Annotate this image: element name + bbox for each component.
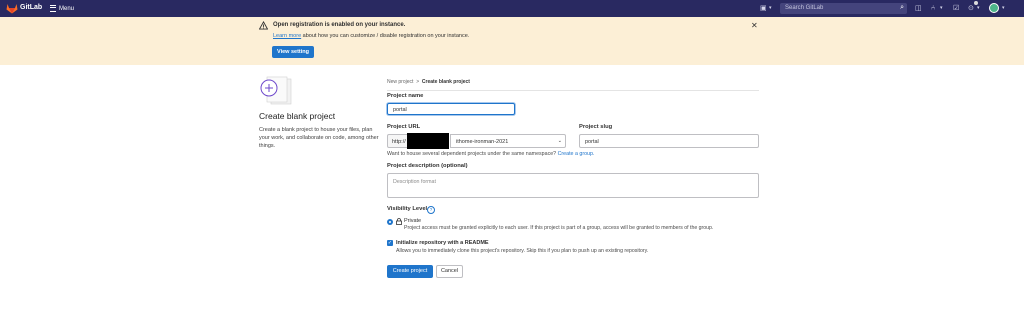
warning-icon <box>259 21 268 30</box>
breadcrumb-current: Create blank project <box>421 79 470 85</box>
visibility-private-description: Project access must be granted explicitl… <box>404 225 714 231</box>
breadcrumb-new-project[interactable]: New project <box>387 79 413 85</box>
project-name-value: portal <box>393 107 407 113</box>
visibility-private-title: Private <box>404 218 422 224</box>
question-circle-icon[interactable]: ? <box>427 206 435 214</box>
issues-icon[interactable]: ☑ <box>953 4 959 13</box>
page-description: Create a blank project to house your fil… <box>259 127 379 149</box>
create-group-link[interactable]: Create a group. <box>558 151 595 157</box>
namespace-select[interactable]: ithome-ironman-2021 ⌄ <box>450 134 566 148</box>
alert-body-text: about how you can customize / disable re… <box>301 33 470 39</box>
initialize-readme-checkbox[interactable]: ✓ <box>387 240 393 246</box>
divider <box>387 90 759 91</box>
project-slug-label: Project slug <box>579 124 613 130</box>
search-placeholder: Search GitLab <box>785 5 824 11</box>
lock-icon <box>396 218 402 225</box>
alert-body: Learn more about how you can customize /… <box>273 33 469 39</box>
close-icon[interactable]: ✕ <box>751 21 758 30</box>
redacted-block <box>407 133 449 149</box>
project-description-label: Project description (optional) <box>387 163 468 169</box>
chevron-down-icon: ▾ <box>769 5 772 11</box>
create-project-button[interactable]: Create project <box>387 265 433 278</box>
search-icon: ⌕ <box>900 4 904 11</box>
project-name-input[interactable]: portal <box>387 103 515 115</box>
initialize-readme-title: Initialize repository with a README <box>396 240 489 246</box>
chevron-down-icon: ⌄ <box>557 138 562 144</box>
brand-name[interactable]: GitLab <box>20 4 42 11</box>
initialize-readme-description: Allows you to immediately clone this pro… <box>396 248 649 254</box>
visibility-private-radio[interactable] <box>387 219 393 225</box>
visibility-level-label: Visibility Level <box>387 206 428 212</box>
hint-text: Want to house several dependent projects… <box>387 151 558 157</box>
namespace-value: ithome-ironman-2021 <box>456 139 509 145</box>
project-slug-value: portal <box>585 139 599 145</box>
top-navbar: GitLab Menu ▣ ▾ Search GitLab ⌕ ◫ ⑃ ▾ ☑ … <box>0 0 1024 17</box>
project-slug-input[interactable]: portal <box>579 134 759 148</box>
search-input[interactable]: Search GitLab ⌕ <box>780 3 907 14</box>
project-description-textarea[interactable]: Description format <box>387 173 759 198</box>
view-setting-button[interactable]: View setting <box>272 46 314 58</box>
learn-more-link[interactable]: Learn more <box>273 33 301 39</box>
registration-alert: Open registration is enabled on your ins… <box>0 17 1024 65</box>
breadcrumb: New project > Create blank project <box>387 79 470 85</box>
help-icon[interactable]: ⊙ <box>968 4 974 13</box>
alert-title: Open registration is enabled on your ins… <box>273 22 406 28</box>
blank-project-illustration-icon <box>260 76 292 105</box>
chevron-down-icon: ▾ <box>1002 5 1005 11</box>
menu-button[interactable]: Menu <box>50 3 74 14</box>
plus-square-icon[interactable]: ▣ <box>760 4 767 13</box>
user-avatar[interactable] <box>989 3 999 13</box>
cancel-button[interactable]: Cancel <box>436 265 463 278</box>
gitlab-logo-icon[interactable] <box>6 3 18 14</box>
chevron-down-icon: ▾ <box>977 5 980 11</box>
url-prefix-text: http:// <box>392 139 406 145</box>
namespace-hint: Want to house several dependent projects… <box>387 151 594 157</box>
todo-icon[interactable]: ◫ <box>915 4 922 13</box>
hamburger-icon <box>50 5 56 12</box>
breadcrumb-separator: > <box>416 79 420 85</box>
description-placeholder: Description format <box>393 179 436 185</box>
chevron-down-icon: ▾ <box>940 5 943 11</box>
project-name-label: Project name <box>387 93 424 99</box>
menu-label: Menu <box>59 5 75 12</box>
merge-request-icon[interactable]: ⑃ <box>931 4 935 13</box>
project-url-label: Project URL <box>387 124 421 130</box>
page-title: Create blank project <box>259 111 336 121</box>
